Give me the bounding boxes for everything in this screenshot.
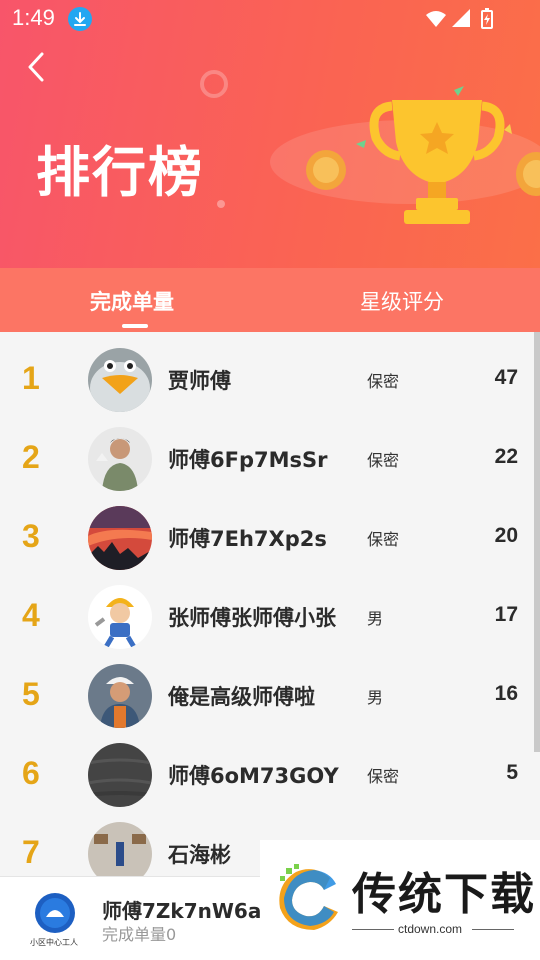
worker-name: 师傅6Fp7MsSr [168,448,328,472]
man-photo-avatar [88,427,152,491]
sunset-avatar [88,506,152,570]
rank-number: 2 [22,439,40,475]
my-logo-text: 小区中心工人 [30,938,78,947]
order-count: 17 [494,603,518,626]
decorative-dot [217,200,225,208]
order-count: 5 [506,761,518,784]
signal-icon [452,9,470,27]
battery-icon [481,8,493,29]
coin-left-icon [306,150,346,190]
order-count: 16 [494,682,518,705]
header-banner: 1:49 排行榜 [0,0,540,268]
worker-name: 师傅6oM73GOY [168,764,339,788]
order-count: 20 [494,524,518,547]
order-count: 47 [494,366,518,389]
rank-number: 4 [22,597,40,633]
rank-number: 1 [22,360,40,396]
worker-gender: 保密 [367,530,400,549]
worker-illustration-avatar [88,664,152,728]
trophy-icon [268,82,540,242]
tab-bar: 完成单量 星级评分 [0,268,540,332]
watermark-text: 传统下载 [352,869,536,920]
worker-gender: 男 [367,609,384,628]
ranking-list[interactable]: 1 贾师傅 保密 47 2 师傅6Fp7MsSr 保密 22 3 师傅7Eh7X… [0,332,540,876]
room-photo-avatar [88,822,152,876]
status-time: 1:49 [12,5,55,30]
system-icons [424,7,502,35]
worker-name: 石海彬 [168,843,231,867]
tab-indicator [122,324,148,328]
ranking-row[interactable]: 1 贾师傅 保密 47 [0,332,540,412]
ranking-row[interactable]: 5 俺是高级师傅啦 男 16 [0,648,540,728]
worker-gender: 男 [367,688,384,707]
worker-gender: 保密 [367,451,400,470]
worker-name: 俺是高级师傅啦 [168,685,315,709]
ranking-row[interactable]: 4 张师傅张师傅小张 男 17 [0,569,540,649]
rank-number: 3 [22,518,40,554]
status-bar: 1:49 [0,0,540,36]
watermark: 传统下载 ctdown.com [260,840,540,960]
order-count: 22 [494,445,518,468]
worker-name: 师傅7Eh7Xp2s [168,527,327,551]
wifi-icon [426,11,446,27]
decorative-ring [200,70,228,98]
ranking-row[interactable]: 3 师傅7Eh7Xp2s 保密 20 [0,490,540,570]
my-name: 师傅7Zk7nW6a [102,899,262,923]
ranking-row[interactable]: 6 师傅6oM73GOY 保密 5 [0,727,540,807]
rank-number: 7 [22,834,40,870]
scrollbar[interactable] [534,332,540,752]
back-arrow-icon[interactable] [22,50,52,84]
dark-fabric-avatar [88,743,152,807]
worker-gender: 保密 [367,372,400,391]
watermark-line [352,929,394,930]
worker-name: 贾师傅 [168,369,231,393]
my-order-count: 完成单量0 [102,925,177,944]
tab-completed-orders[interactable]: 完成单量 [90,286,174,316]
page-title: 排行榜 [36,141,204,204]
worker-name: 张师傅张师傅小张 [168,606,336,630]
ranking-row[interactable]: 2 师傅6Fp7MsSr 保密 22 [0,411,540,491]
penguin-avatar [88,348,152,412]
watermark-logo-icon [270,862,346,938]
rank-number: 6 [22,755,40,791]
download-icon [68,7,92,31]
tab-star-rating[interactable]: 星级评分 [360,286,444,316]
watermark-line [472,929,514,930]
worker-gender: 保密 [367,767,400,786]
rank-number: 5 [22,676,40,712]
watermark-url: ctdown.com [398,922,463,936]
cartoon-worker-avatar [88,585,152,649]
